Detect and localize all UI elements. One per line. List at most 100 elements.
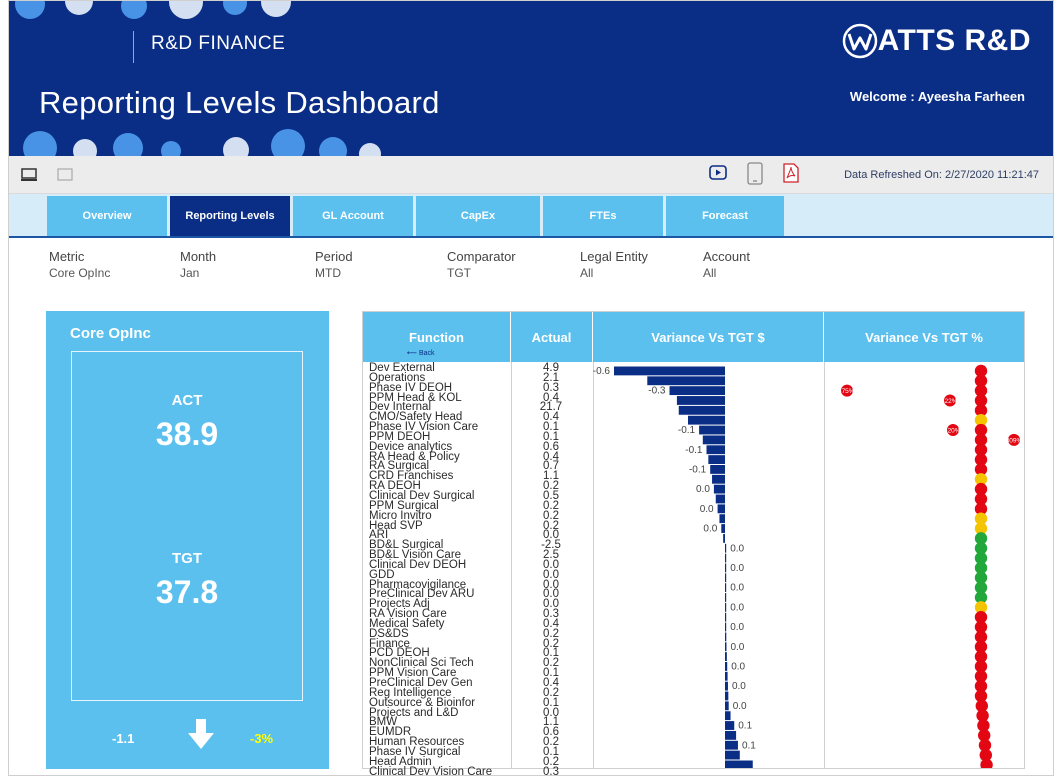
- variance-bar[interactable]: [717, 504, 725, 514]
- tgt-label: TGT: [172, 550, 202, 567]
- kpi-values-box: ACT 38.9 TGT 37.8: [71, 351, 303, 701]
- variance-bar[interactable]: [725, 750, 740, 760]
- variance-bar[interactable]: [725, 730, 737, 740]
- variance-bar[interactable]: [678, 405, 725, 415]
- variance-label: 0.0: [703, 524, 717, 535]
- variance-bar[interactable]: [725, 593, 727, 602]
- brand-separator: [133, 31, 134, 63]
- variance-label: -0.1: [678, 425, 696, 436]
- variance-bar[interactable]: [725, 671, 728, 681]
- variance-label: 0.0: [730, 583, 744, 594]
- variance-label: 0.0: [731, 662, 745, 673]
- pdf-icon[interactable]: [783, 163, 799, 188]
- variance-bar[interactable]: [702, 435, 725, 445]
- filter-legal-entity-label: Legal Entity: [580, 249, 648, 264]
- filter-metric[interactable]: Metric Core OpInc: [49, 248, 110, 282]
- variance-bar[interactable]: [723, 533, 725, 543]
- variance-bar[interactable]: [725, 740, 738, 750]
- variance-bar[interactable]: [725, 642, 727, 652]
- tab-ftes[interactable]: FTEs: [543, 196, 663, 236]
- variance-bar[interactable]: [708, 455, 725, 464]
- data-refreshed-label: Data Refreshed On: 2/27/2020 11:21:47: [844, 169, 1039, 181]
- tablet-icon[interactable]: [57, 168, 73, 187]
- variance-label: 0.0: [733, 701, 747, 712]
- variance-bar[interactable]: [688, 415, 725, 425]
- brand-label: R&D FINANCE: [151, 33, 286, 54]
- variance-bar[interactable]: [721, 524, 725, 533]
- page-title: Reporting Levels Dashboard: [39, 85, 440, 120]
- variance-bar[interactable]: [713, 484, 725, 494]
- variance-bar[interactable]: [725, 622, 727, 632]
- filter-account-label: Account: [703, 249, 750, 264]
- filter-month-label: Month: [180, 249, 217, 264]
- variance-bar[interactable]: [647, 376, 725, 386]
- logo-text: ATTS R&D: [877, 24, 1031, 57]
- variance-bar[interactable]: [715, 494, 725, 504]
- variance-label: -0.3: [648, 386, 666, 397]
- variance-value: -1.1: [112, 731, 135, 746]
- variance-label: 0.0: [732, 681, 746, 692]
- variance-bar[interactable]: [725, 632, 727, 642]
- variance-bar[interactable]: [725, 543, 727, 553]
- outlier-label: 309%: [1006, 437, 1023, 444]
- variance-label: 0.0: [696, 484, 710, 495]
- function-table: Function Actual Variance Vs TGT $ Varian…: [362, 311, 1025, 775]
- tab-forecast[interactable]: Forecast: [666, 196, 784, 236]
- filter-comparator-label: Comparator: [447, 249, 516, 264]
- dashboard-frame: R&D FINANCE Reporting Levels Dashboard A…: [8, 0, 1054, 776]
- variance-bar[interactable]: [712, 474, 725, 484]
- play-icon[interactable]: [709, 165, 727, 186]
- variance-charts: -0.6 -0.3 -0.1 -0.1 -0.1 0.0 0.0 0.0 0.0 0.0 0.0 0.…: [593, 364, 1023, 769]
- tab-reporting-levels[interactable]: Reporting Levels: [170, 196, 290, 236]
- variance-bar[interactable]: [614, 366, 725, 376]
- variance-bar[interactable]: [725, 612, 727, 622]
- filter-legal-entity[interactable]: Legal Entity All: [580, 248, 648, 282]
- filter-month-value: Jan: [180, 266, 200, 280]
- filter-account[interactable]: Account All: [703, 248, 750, 282]
- mobile-icon[interactable]: [747, 162, 763, 191]
- variance-bar[interactable]: [669, 386, 726, 396]
- variance-label: -0.1: [685, 445, 703, 456]
- variance-bar[interactable]: [725, 602, 727, 612]
- filter-account-value: All: [703, 266, 717, 280]
- tab-overview[interactable]: Overview: [47, 196, 167, 236]
- logo-w-icon: [842, 23, 877, 59]
- variance-label: 0.0: [700, 504, 714, 515]
- toolbar: Data Refreshed On: 2/27/2020 11:21:47: [9, 156, 1053, 194]
- tab-capex[interactable]: CapEx: [416, 196, 540, 236]
- function-cell[interactable]: Clinical Dev Vision Care: [369, 766, 509, 775]
- variance-bar[interactable]: [725, 701, 729, 711]
- variance-label: 0.1: [742, 740, 756, 751]
- filter-metric-value: Core OpInc: [49, 266, 111, 280]
- variance-label: 0.0: [730, 622, 744, 633]
- variance-label: 0.0: [730, 642, 744, 653]
- variance-bar[interactable]: [706, 445, 726, 455]
- actual-cell: 0.3: [543, 765, 559, 776]
- tgt-value: 37.8: [155, 574, 219, 610]
- filter-legal-entity-value: All: [580, 266, 594, 280]
- variance-bar[interactable]: [725, 583, 727, 593]
- variance-label: 0.0: [730, 563, 744, 574]
- variance-bar[interactable]: [676, 396, 725, 405]
- variance-bar[interactable]: [725, 553, 727, 563]
- filter-comparator[interactable]: Comparator TGT: [447, 248, 516, 282]
- filter-month[interactable]: Month Jan: [180, 248, 216, 282]
- variance-bar[interactable]: [725, 721, 735, 730]
- variance-bar[interactable]: [725, 563, 727, 573]
- tab-gl-account[interactable]: GL Account: [293, 196, 413, 236]
- variance-bar[interactable]: [725, 681, 728, 691]
- variance-bar[interactable]: [725, 573, 727, 583]
- variance-bar[interactable]: [710, 465, 725, 474]
- variance-bar[interactable]: [725, 662, 728, 671]
- welcome-label: Welcome : Ayeesha Farheen: [849, 89, 1025, 104]
- variance-label: 0.1: [738, 721, 752, 732]
- variance-bar[interactable]: [725, 652, 727, 661]
- variance-bar[interactable]: [699, 425, 725, 435]
- monitor-icon[interactable]: [21, 168, 37, 187]
- variance-bar[interactable]: [725, 691, 729, 701]
- variance-bar[interactable]: [725, 760, 753, 769]
- variance-bar[interactable]: [725, 711, 731, 721]
- filter-period[interactable]: Period MTD: [315, 248, 353, 282]
- variance-bar[interactable]: [719, 514, 725, 524]
- kpi-card: Core OpInc ACT 38.9 TGT 37.8 -1.1 -3%: [46, 311, 329, 769]
